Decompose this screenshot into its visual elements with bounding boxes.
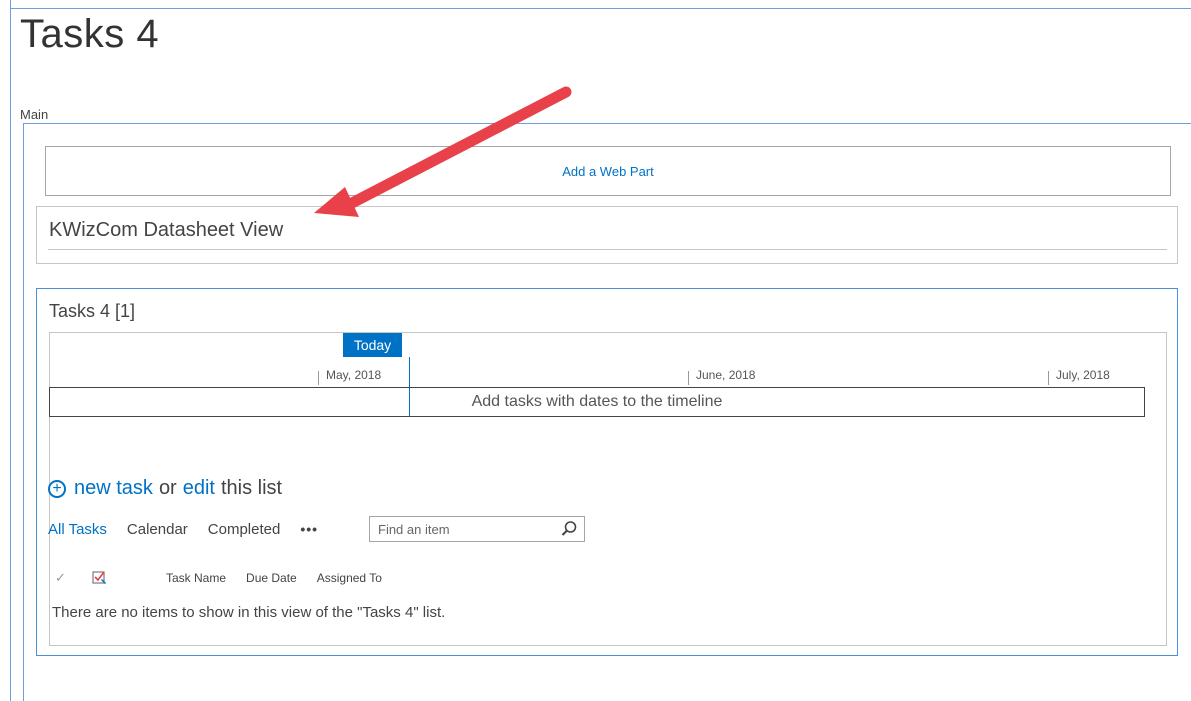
zone-label: Main [20,107,49,122]
search-input[interactable]: Find an item [369,516,585,542]
check-column-icon[interactable]: ✓ [55,570,68,586]
timeline-month-label: May, 2018 [326,368,382,382]
timeline-tick [688,371,689,385]
more-views-icon[interactable]: ••• [300,521,318,537]
kwizcom-web-part: KWizCom Datasheet View [36,206,1178,264]
page-title: Tasks 4 [20,12,160,56]
list-header-row: ✓ Task Name Due Date Assigned To [55,568,382,588]
view-completed[interactable]: Completed [208,521,281,538]
timeline-tick [318,371,319,385]
add-web-part-label: Add a Web Part [562,163,654,179]
today-marker: Today [343,333,402,357]
tasks-web-part: Tasks 4 [1] [36,288,1178,656]
column-task-name[interactable]: Task Name [166,571,226,585]
task-type-icon[interactable] [92,570,108,586]
search-icon[interactable] [560,520,578,538]
timeline-month-label: July, 2018 [1056,368,1110,382]
kwizcom-title-underline [48,249,1167,250]
add-circle-icon[interactable]: + [48,479,66,498]
new-task-row: + new task or edit this list [48,477,282,500]
view-calendar[interactable]: Calendar [127,521,188,538]
timeline-placeholder: Add tasks with dates to the timeline [471,393,723,410]
add-web-part-button[interactable]: Add a Web Part [45,146,1171,196]
timeline-tick [1048,371,1049,385]
timeline-month-label: June, 2018 [696,368,756,382]
frame-left-border [10,0,11,701]
view-selector: All Tasks Calendar Completed ••• [48,519,318,539]
new-task-link[interactable]: new task [74,477,153,500]
empty-list-message: There are no items to show in this view … [52,604,446,621]
search-placeholder: Find an item [378,521,450,537]
view-all-tasks[interactable]: All Tasks [48,521,107,538]
column-due-date[interactable]: Due Date [246,571,297,585]
edit-list-link[interactable]: edit [183,477,215,500]
frame-top-border [10,8,1191,9]
this-list-text: this list [220,477,283,499]
timeline-bar[interactable]: Add tasks with dates to the timeline [49,387,1145,417]
kwizcom-title: KWizCom Datasheet View [49,219,284,241]
or-text: or [158,477,177,499]
column-assigned-to[interactable]: Assigned To [317,571,382,585]
tasks-web-part-title: Tasks 4 [1] [49,301,136,321]
